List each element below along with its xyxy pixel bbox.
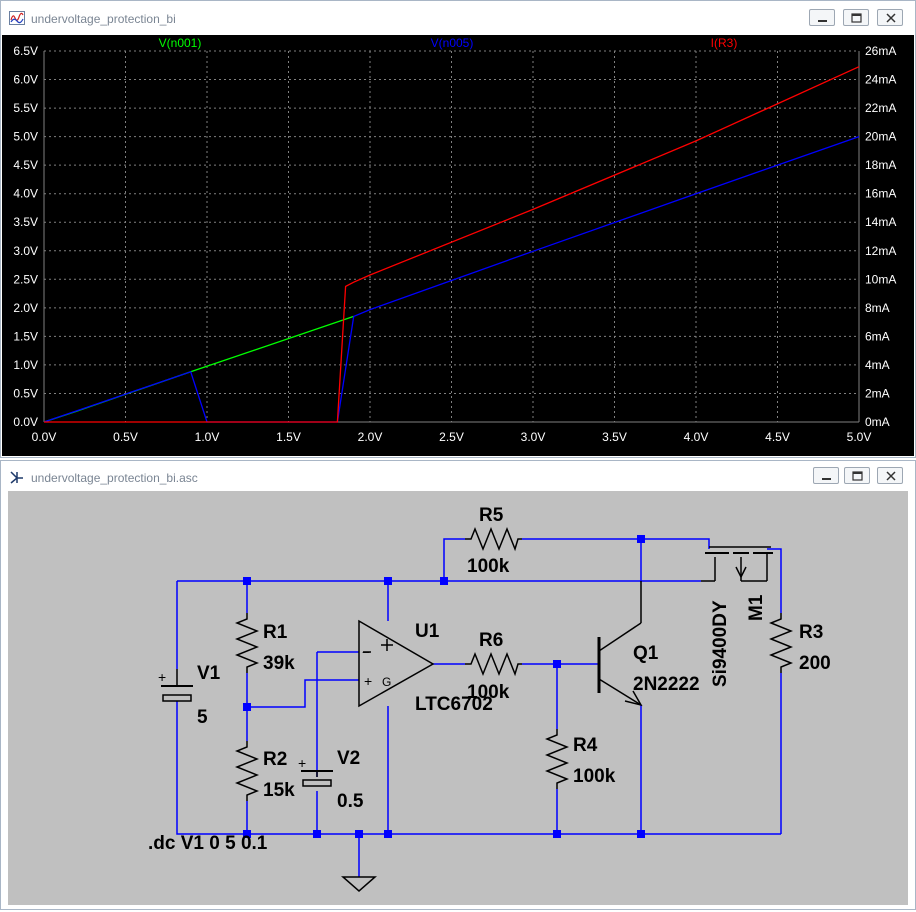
left-y-tick-label: 6.5V bbox=[13, 44, 38, 58]
label-v1: V1 bbox=[197, 663, 221, 684]
waveform-chart-svg[interactable]: 0.0V 0.5V 1.0V 1.5V 2.0V 2.5V 3.0V 3.5V 4.0V 4.5V… bbox=[2, 35, 914, 456]
x-tick-label: 1.0V bbox=[195, 430, 220, 444]
schematic-window-title: undervoltage_protection_bi.asc bbox=[31, 471, 198, 485]
right-y-tick-label: 12mA bbox=[865, 244, 896, 258]
left-y-tick-label: 3.5V bbox=[13, 215, 38, 229]
right-y-tick-label: 14mA bbox=[865, 215, 896, 229]
right-y-tick-label: 2mA bbox=[865, 386, 890, 400]
right-y-tick-label: 4mA bbox=[865, 358, 890, 372]
value-v2: 0.5 bbox=[337, 791, 364, 812]
plot-window-title: undervoltage_protection_bi bbox=[31, 12, 176, 26]
left-y-tick-label: 5.5V bbox=[13, 101, 38, 115]
v2-plus-mark: + bbox=[298, 755, 306, 771]
x-tick-label: 3.5V bbox=[602, 430, 627, 444]
left-y-tick-label: 0.5V bbox=[13, 386, 38, 400]
x-tick-label: 5.0V bbox=[847, 430, 872, 444]
left-y-tick-label: 5.0V bbox=[13, 130, 38, 144]
label-r6: R6 bbox=[479, 630, 503, 651]
left-y-tick-label: 1.5V bbox=[13, 329, 38, 343]
left-y-tick-label: 0.0V bbox=[13, 415, 38, 429]
value-v1: 5 bbox=[197, 707, 208, 728]
label-r4: R4 bbox=[573, 735, 598, 756]
label-q1: Q1 bbox=[633, 643, 659, 664]
minimize-icon bbox=[822, 478, 831, 480]
x-tick-label: 3.0V bbox=[521, 430, 546, 444]
label-r1: R1 bbox=[263, 622, 288, 643]
close-icon bbox=[886, 471, 896, 481]
value-r2: 15k bbox=[263, 780, 295, 801]
schematic-svg[interactable]: R5 100k R1 39k V1 5 R2 15k V2 0.5 U1 LTC… bbox=[8, 491, 908, 905]
waveform-plot[interactable]: 0.0V 0.5V 1.0V 1.5V 2.0V 2.5V 3.0V 3.5V 4.0V 4.5V… bbox=[2, 35, 914, 456]
value-r1: 39k bbox=[263, 653, 295, 674]
restore-icon bbox=[852, 471, 863, 481]
right-y-tick-label: 8mA bbox=[865, 301, 890, 315]
schematic-canvas[interactable]: R5 100k R1 39k V1 5 R2 15k V2 0.5 U1 LTC… bbox=[8, 491, 908, 905]
right-y-tick-label: 22mA bbox=[865, 101, 896, 115]
x-tick-label: 2.5V bbox=[439, 430, 464, 444]
left-y-tick-label: 2.0V bbox=[13, 301, 38, 315]
right-y-tick-label: 18mA bbox=[865, 158, 896, 172]
spice-directive[interactable]: .dc V1 0 5 0.1 bbox=[148, 833, 268, 854]
left-y-tick-label: 1.0V bbox=[13, 358, 38, 372]
left-y-tick-label: 3.0V bbox=[13, 244, 38, 258]
waveform-app-icon bbox=[9, 11, 25, 30]
schematic-window-titlebar[interactable]: undervoltage_protection_bi.asc bbox=[1, 461, 915, 489]
left-y-tick-label: 4.5V bbox=[13, 158, 38, 172]
value-q1: 2N2222 bbox=[633, 674, 700, 695]
value-r6: 100k bbox=[467, 682, 510, 703]
left-y-tick-label: 2.5V bbox=[13, 272, 38, 286]
right-y-tick-label: 26mA bbox=[865, 44, 896, 58]
right-y-tick-label: 0mA bbox=[865, 415, 890, 429]
left-y-tick-label: 6.0V bbox=[13, 73, 38, 87]
x-tick-label: 0.5V bbox=[113, 430, 138, 444]
x-tick-label: 0.0V bbox=[32, 430, 57, 444]
value-r3: 200 bbox=[799, 653, 831, 674]
schematic-restore-button[interactable] bbox=[844, 467, 870, 484]
opamp-ground-mark: G bbox=[382, 675, 391, 689]
opamp-minus-mark: − bbox=[362, 644, 370, 660]
restore-button[interactable] bbox=[843, 9, 869, 26]
label-r2: R2 bbox=[263, 749, 287, 770]
value-r4: 100k bbox=[573, 766, 616, 787]
opamp-plus-mark: + bbox=[364, 673, 372, 689]
minimize-icon bbox=[818, 20, 827, 22]
left-y-tick-label: 4.0V bbox=[13, 187, 38, 201]
label-v2: V2 bbox=[337, 748, 360, 769]
plot-window-titlebar[interactable]: undervoltage_protection_bi bbox=[1, 1, 915, 35]
schematic-window[interactable]: undervoltage_protection_bi.asc R5 100k R… bbox=[0, 460, 916, 910]
right-y-tick-label: 16mA bbox=[865, 187, 896, 201]
label-r5: R5 bbox=[479, 505, 504, 526]
x-tick-label: 1.5V bbox=[276, 430, 301, 444]
value-m1: Si9400DY bbox=[710, 600, 731, 687]
right-y-tick-label: 6mA bbox=[865, 329, 890, 343]
x-tick-label: 2.0V bbox=[358, 430, 383, 444]
close-icon bbox=[886, 13, 896, 23]
schematic-minimize-button[interactable] bbox=[813, 467, 839, 484]
right-y-tick-label: 24mA bbox=[865, 73, 896, 87]
value-r5: 100k bbox=[467, 556, 510, 577]
v1-plus-mark: + bbox=[158, 669, 166, 685]
plot-window[interactable]: undervoltage_protection_bi 0.0V 0.5V 1.0V 1… bbox=[0, 0, 916, 458]
legend-label[interactable]: V(n005) bbox=[431, 36, 474, 50]
schematic-app-icon bbox=[9, 470, 25, 489]
minimize-button[interactable] bbox=[809, 9, 835, 26]
legend-label[interactable]: I(R3) bbox=[711, 36, 738, 50]
right-y-tick-label: 20mA bbox=[865, 130, 896, 144]
label-u1: U1 bbox=[415, 621, 440, 642]
label-m1: M1 bbox=[746, 594, 767, 621]
schematic-close-button[interactable] bbox=[877, 467, 903, 484]
x-tick-label: 4.5V bbox=[765, 430, 790, 444]
x-tick-label: 4.0V bbox=[684, 430, 709, 444]
label-r3: R3 bbox=[799, 622, 823, 643]
legend-label[interactable]: V(n001) bbox=[159, 36, 202, 50]
close-button[interactable] bbox=[877, 9, 903, 26]
right-y-tick-label: 10mA bbox=[865, 272, 896, 286]
